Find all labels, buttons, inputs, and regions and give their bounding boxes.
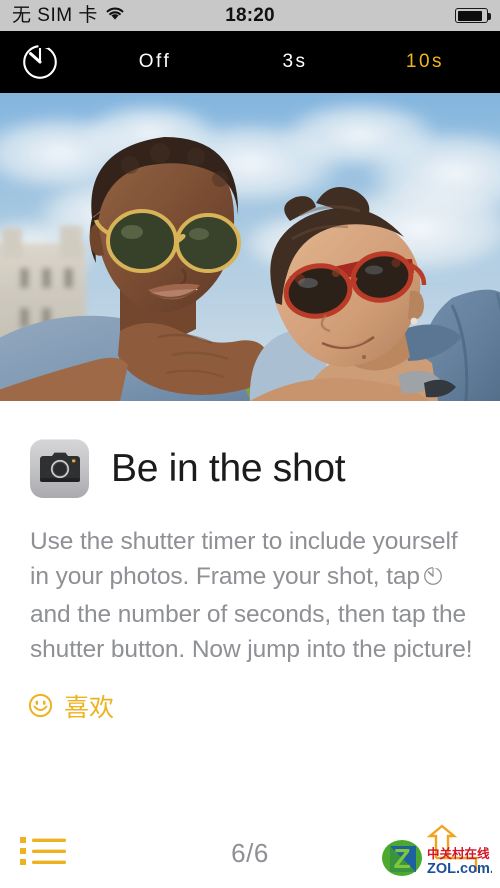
watermark-chinese-text: 中关村在线 [427, 846, 490, 861]
page-title: Be in the shot [111, 447, 346, 490]
timer-option-3s[interactable]: 3s [230, 51, 360, 73]
timer-options: Off 3s 10s [80, 51, 500, 73]
tip-content: Be in the shot Use the shutter timer to … [0, 401, 500, 888]
smiley-icon [28, 693, 53, 723]
bottom-bar: 6/6 Z 中关村在线 ZOL.com.cn [0, 822, 500, 888]
status-bar-left: 无 SIM 卡 [12, 6, 125, 26]
timer-icon [23, 44, 57, 79]
timer-option-off[interactable]: Off [80, 51, 230, 73]
inline-timer-icon [422, 562, 444, 597]
zol-watermark: Z 中关村在线 ZOL.com.cn [380, 824, 500, 886]
tip-body: Use the shutter timer to include yoursel… [30, 524, 478, 667]
tip-body-part-1: Use the shutter timer to include yoursel… [30, 528, 458, 590]
wifi-icon [105, 6, 125, 26]
camera-app-icon [30, 439, 89, 498]
tip-body-part-2: and the number of seconds, then tap the … [30, 601, 473, 663]
clock-label: 18:20 [225, 4, 275, 26]
svg-text:Z: Z [393, 843, 410, 874]
carrier-label: 无 SIM 卡 [12, 5, 98, 26]
like-button[interactable]: 喜欢 [28, 693, 114, 723]
timer-option-10s[interactable]: 10s [360, 51, 490, 73]
camera-timer-toolbar: Off 3s 10s [0, 31, 500, 93]
timer-button[interactable] [0, 41, 80, 83]
tip-photo [0, 93, 500, 401]
like-label: 喜欢 [64, 693, 115, 722]
phone-screen: 无 SIM 卡 18:20 Off 3s 10s Be in the shot … [0, 0, 500, 888]
battery-icon [455, 8, 491, 23]
tip-header: Be in the shot [0, 401, 500, 498]
status-bar: 无 SIM 卡 18:20 [0, 0, 500, 31]
status-bar-right [455, 8, 491, 23]
watermark-domain-text: ZOL.com.cn [427, 861, 492, 877]
